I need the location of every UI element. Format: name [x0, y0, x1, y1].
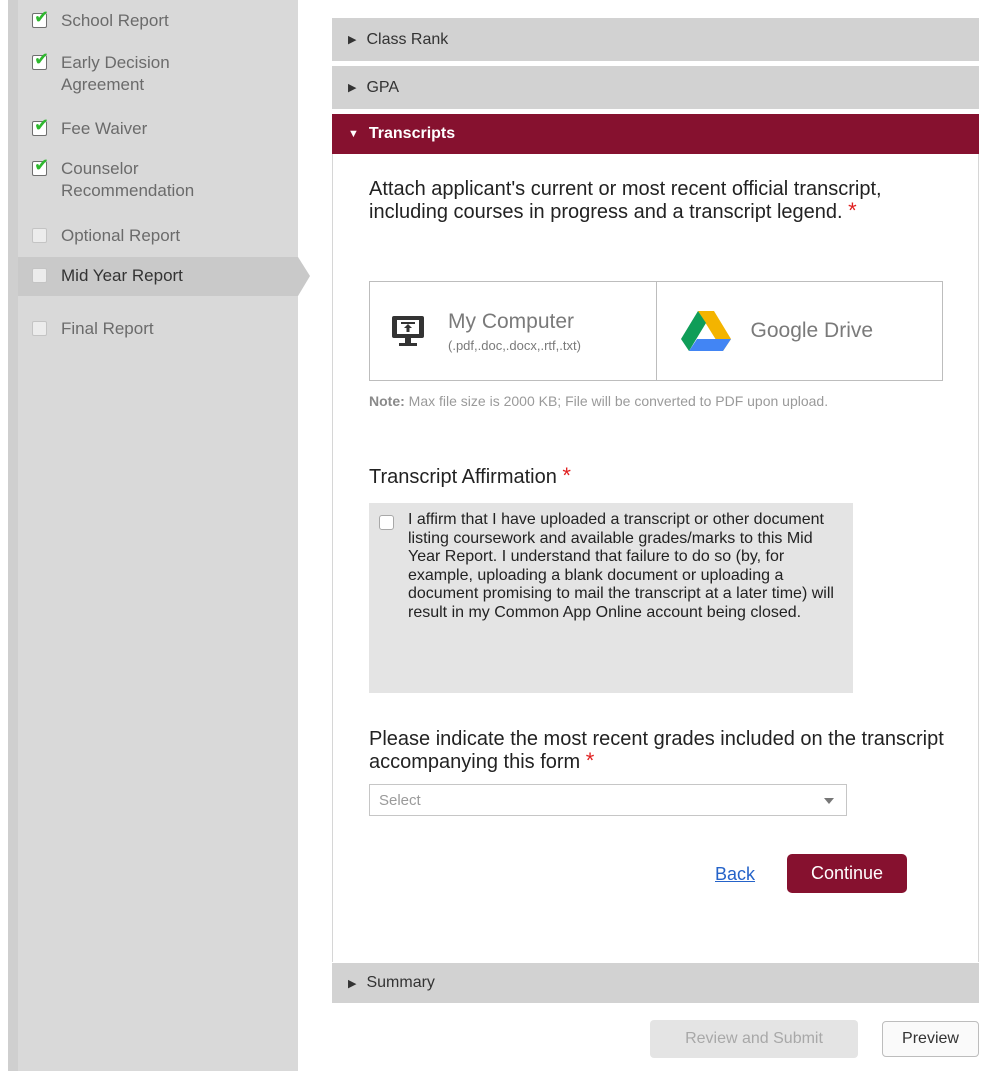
caret-down-icon: [824, 798, 834, 804]
grades-select[interactable]: Select: [369, 784, 847, 816]
sidebar-edge-shade: [8, 0, 18, 1071]
continue-button[interactable]: Continue: [787, 854, 907, 893]
grades-question: Please indicate the most recent grades i…: [369, 728, 949, 773]
my-computer-label: My Computer: [448, 309, 575, 333]
affirmation-heading: Transcript Affirmation *: [369, 463, 571, 488]
checkbox-empty-icon: [32, 321, 47, 336]
computer-upload-icon: [392, 316, 424, 346]
section-title: GPA: [366, 78, 400, 96]
review-and-submit-button[interactable]: Review and Submit: [650, 1020, 858, 1058]
file-types-label: (.pdf,.doc,.docx,.rtf,.txt): [448, 337, 581, 353]
check-icon: [32, 155, 49, 177]
sidebar-item-label: Fee Waiver: [61, 119, 148, 138]
sidebar-item-fee-waiver[interactable]: Fee Waiver: [32, 115, 148, 140]
transcripts-panel: Attach applicant's current or most recen…: [332, 154, 979, 962]
sidebar-item-label: Mid Year Report: [61, 266, 183, 285]
required-marker: *: [585, 748, 595, 773]
sidebar-edge: [0, 0, 8, 1071]
checkbox-empty-icon: [32, 268, 47, 283]
sidebar-item-label: Optional Report: [61, 226, 181, 245]
check-icon: [32, 49, 49, 71]
note-text: Max file size is 2000 KB; File will be c…: [408, 393, 829, 409]
affirmation-checkbox[interactable]: [379, 515, 394, 530]
active-item-pointer: [298, 257, 310, 296]
upload-options: My Computer (.pdf,.doc,.docx,.rtf,.txt) …: [369, 281, 943, 381]
sidebar-item-mid-year-report[interactable]: Mid Year Report: [32, 265, 183, 287]
sidebar-item-label: Early Decision Agreement: [61, 53, 170, 94]
sidebar-item-label: School Report: [61, 11, 169, 30]
checkbox-empty-icon: [32, 228, 47, 243]
triangle-down-icon: ▼: [348, 128, 359, 140]
sidebar-item-school-report[interactable]: School Report: [32, 7, 169, 32]
sidebar-item-label: Final Report: [61, 319, 154, 338]
google-drive-label: Google Drive: [750, 319, 874, 342]
upload-google-drive-button[interactable]: Google Drive: [655, 282, 943, 380]
check-icon: [32, 115, 49, 137]
sidebar-item-final-report[interactable]: Final Report: [32, 318, 154, 340]
back-link[interactable]: Back: [715, 864, 755, 885]
section-summary[interactable]: ▶ Summary: [332, 963, 979, 1003]
sidebar: School Report Early Decision Agreement F…: [0, 0, 298, 1071]
upload-my-computer-button[interactable]: My Computer (.pdf,.doc,.docx,.rtf,.txt): [370, 282, 656, 380]
grades-label: Please indicate the most recent grades i…: [369, 728, 944, 773]
affirmation-box: I affirm that I have uploaded a transcri…: [369, 503, 853, 693]
sidebar-item-label: Counselor Recommendation: [61, 159, 195, 200]
affirmation-label: Transcript Affirmation: [369, 466, 557, 488]
select-placeholder: Select: [379, 791, 421, 809]
section-title: Class Rank: [366, 30, 449, 48]
upload-note: Note: Max file size is 2000 KB; File wil…: [369, 390, 929, 412]
section-title: Transcripts: [368, 125, 456, 142]
check-icon: [32, 7, 49, 29]
sidebar-item-early-decision-agreement[interactable]: Early Decision Agreement: [32, 49, 170, 96]
triangle-right-icon: ▶: [348, 977, 357, 990]
section-transcripts[interactable]: ▼ Transcripts: [332, 114, 979, 154]
section-title: Summary: [366, 974, 435, 991]
attach-prompt-text: Attach applicant's current or most recen…: [369, 178, 882, 223]
section-gpa[interactable]: ▶ GPA: [332, 66, 979, 109]
google-drive-icon: [680, 311, 731, 351]
required-marker: *: [848, 198, 857, 223]
main-panel: ▶ Class Rank ▶ GPA ▼ Transcripts Attach …: [332, 18, 979, 962]
sidebar-item-counselor-recommendation[interactable]: Counselor Recommendation: [32, 155, 195, 202]
required-marker: *: [562, 463, 571, 488]
triangle-right-icon: ▶: [348, 34, 357, 46]
affirmation-text: I affirm that I have uploaded a transcri…: [408, 511, 834, 621]
section-class-rank[interactable]: ▶ Class Rank: [332, 18, 979, 61]
triangle-right-icon: ▶: [348, 82, 357, 94]
sidebar-item-optional-report[interactable]: Optional Report: [32, 225, 180, 247]
attach-prompt: Attach applicant's current or most recen…: [369, 178, 949, 223]
note-label: Note:: [369, 393, 405, 409]
preview-button[interactable]: Preview: [882, 1021, 979, 1057]
